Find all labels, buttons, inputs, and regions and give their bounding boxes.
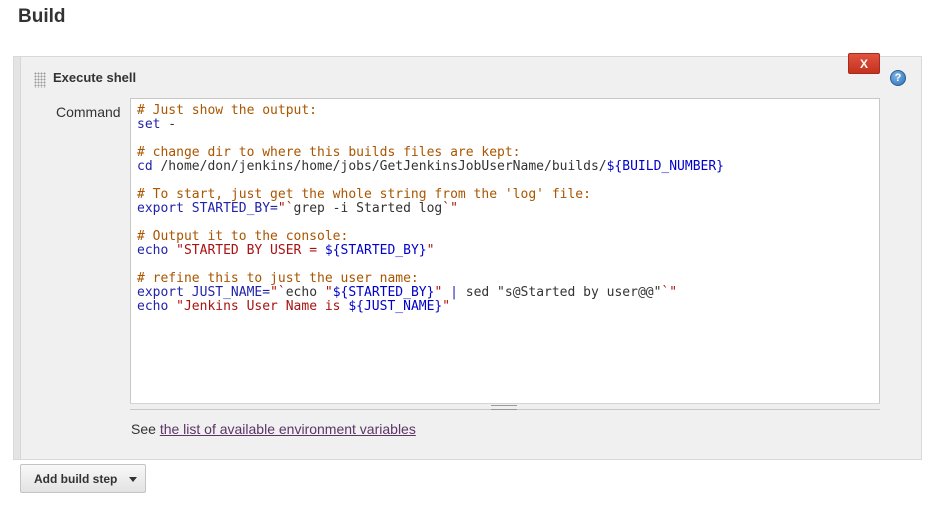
code-token: "`	[270, 285, 286, 300]
code-token: # To start, just get the whole string fr…	[137, 187, 591, 202]
code-line: set -	[137, 118, 724, 132]
code-token: "	[442, 299, 451, 314]
resize-grip-icon	[491, 405, 517, 410]
code-token: # Output it to the console:	[137, 229, 349, 244]
code-token: ${STARTED_BY}	[324, 243, 427, 258]
code-token: sed	[465, 285, 490, 300]
code-token: "Jenkins User Name is	[168, 299, 349, 314]
code-token: "	[426, 243, 435, 258]
code-token: set	[137, 117, 161, 132]
code-token: `"	[661, 285, 678, 300]
code-line: echo "STARTED BY USER = ${STARTED_BY}"	[137, 244, 724, 258]
code-token: # Just show the output:	[137, 103, 318, 118]
section-title: Build	[18, 6, 66, 27]
code-token: "s@Started by user@@"	[489, 285, 662, 300]
dropdown-caret-icon	[129, 477, 137, 482]
delete-step-button[interactable]: X	[848, 53, 880, 74]
code-token: echo	[137, 299, 169, 314]
code-token: JUST_NAME=	[183, 285, 271, 300]
code-token: -	[160, 117, 177, 132]
code-line: cd /home/don/jenkins/home/jobs/GetJenkin…	[137, 160, 724, 174]
step-title: Execute shell	[53, 70, 137, 85]
code-line: export JUST_NAME="`echo "${STARTED_BY}" …	[137, 286, 724, 300]
drag-handle-icon[interactable]	[34, 72, 46, 88]
code-token: |	[442, 285, 466, 300]
code-token: ${JUST_NAME}	[348, 299, 443, 314]
command-code: # Just show the output: set - # change dir…	[137, 104, 724, 314]
code-token: "`	[277, 201, 294, 216]
env-vars-note: See the list of available environment va…	[131, 421, 416, 437]
code-token: /home/don/jenkins/home/jobs/GetJenkinsJo…	[152, 159, 607, 174]
code-token: echo	[285, 285, 318, 300]
code-token: # change dir to where this builds files …	[137, 145, 521, 160]
code-line: export STARTED_BY="`grep -i Started log`…	[137, 202, 724, 216]
code-token: cd	[137, 159, 153, 174]
code-line: # refine this to just the user name:	[137, 272, 724, 286]
code-token: export	[137, 201, 184, 216]
add-build-step-label: Add build step	[34, 472, 118, 486]
textarea-resize-handle[interactable]	[130, 403, 880, 410]
env-vars-prefix: See	[131, 421, 160, 437]
code-token: export	[137, 285, 184, 300]
code-line: # Just show the output:	[137, 104, 724, 118]
code-token: echo	[137, 243, 169, 258]
code-line: # Output it to the console:	[137, 230, 724, 244]
code-token: grep -i Started log	[293, 201, 443, 216]
code-token: "STARTED BY USER =	[168, 243, 325, 258]
code-token: ${BUILD_NUMBER}	[606, 159, 725, 174]
env-vars-link[interactable]: the list of available environment variab…	[160, 421, 416, 437]
code-line: # To start, just get the whole string fr…	[137, 188, 724, 202]
code-token: "	[317, 285, 333, 300]
code-token: STARTED_BY=	[183, 201, 278, 216]
add-build-step-button[interactable]: Add build step	[20, 464, 146, 493]
code-token: ${STARTED_BY}	[332, 285, 435, 300]
code-line: echo "Jenkins User Name is ${JUST_NAME}"	[137, 300, 724, 314]
help-icon[interactable]: ?	[890, 70, 906, 86]
command-textarea[interactable]: # Just show the output: set - # change dir…	[130, 98, 880, 410]
code-token: # refine this to just the user name:	[137, 271, 419, 286]
code-token: `"	[442, 201, 458, 216]
step-accent-bar	[14, 57, 21, 459]
command-label: Command	[56, 104, 121, 120]
execute-shell-step: Execute shell X ? Command # Just show th…	[13, 53, 922, 460]
code-line: # change dir to where this builds files …	[137, 146, 724, 160]
